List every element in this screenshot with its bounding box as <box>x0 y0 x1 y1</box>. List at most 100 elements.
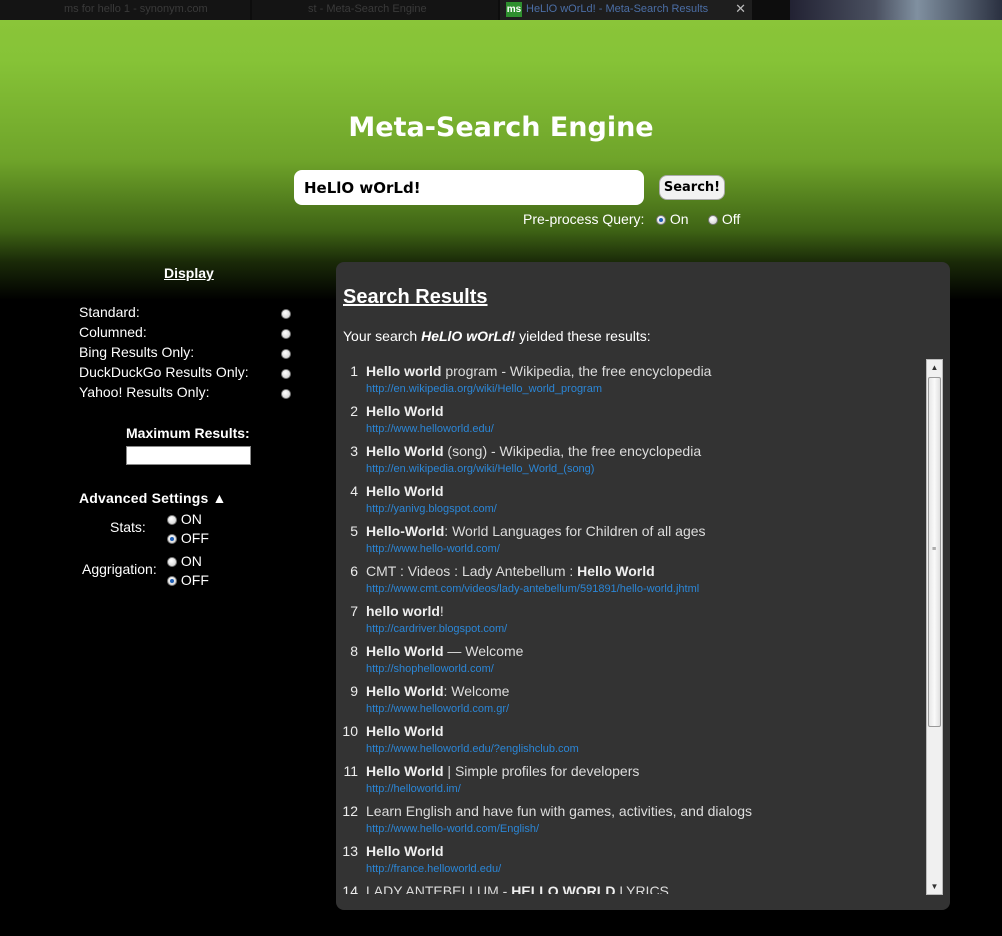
summary-prefix: Your search <box>343 328 422 344</box>
result-item: 11 Hello World | Simple profiles for deve… <box>340 760 926 800</box>
result-url-link[interactable]: http://cardriver.blogspot.com/ <box>366 623 507 635</box>
search-button[interactable]: Search! <box>659 175 725 200</box>
result-url-link[interactable]: http://www.hello-world.com/ <box>366 543 500 555</box>
result-title-rest: — Welcome <box>443 643 524 659</box>
result-number: 6 <box>350 563 358 579</box>
result-title-bold: Hello World <box>366 723 444 739</box>
result-title[interactable]: Learn English and have fun with games, a… <box>366 803 752 819</box>
result-title-bold: Hello World <box>366 643 444 659</box>
result-title[interactable]: Hello World — Welcome <box>366 643 523 659</box>
result-url-link[interactable]: http://yanivg.blogspot.com/ <box>366 503 497 515</box>
results-panel: Search Results Your search HeLlO wOrLd! … <box>336 262 950 910</box>
preprocess-off-label: Off <box>721 211 741 227</box>
result-number: 12 <box>342 803 358 819</box>
results-heading: Search Results <box>343 286 488 308</box>
result-url-link[interactable]: http://www.helloworld.edu/ <box>366 423 494 435</box>
result-title[interactable]: hello world! <box>366 603 444 619</box>
display-bing-radio[interactable] <box>281 349 291 359</box>
close-icon[interactable]: ✕ <box>735 0 746 18</box>
scroll-down-icon[interactable]: ▼ <box>927 879 942 894</box>
result-url-link[interactable]: http://en.wikipedia.org/wiki/Hello_world… <box>366 383 602 395</box>
result-url-link[interactable]: http://www.helloworld.edu/?englishclub.c… <box>366 743 579 755</box>
result-url-link[interactable]: http://france.helloworld.edu/ <box>366 863 501 875</box>
preprocess-off-option[interactable]: Off <box>708 211 740 227</box>
preprocess-label: Pre-process Query: <box>523 211 645 227</box>
page-title: Meta-Search Engine <box>348 112 654 143</box>
preprocess-on-label: On <box>669 211 689 227</box>
display-yahoo-radio[interactable] <box>281 389 291 399</box>
advanced-settings-toggle[interactable]: Advanced Settings ▲ <box>79 490 227 506</box>
result-url-link[interactable]: http://www.cmt.com/videos/lady-antebellu… <box>366 583 699 595</box>
result-number: 8 <box>350 643 358 659</box>
tab-title: ms for hello 1 - synonym.com <box>64 3 208 15</box>
scrollbar-thumb[interactable]: ≡ <box>928 377 941 727</box>
display-duckduckgo-radio[interactable] <box>281 369 291 379</box>
result-title[interactable]: Hello World (song) - Wikipedia, the free… <box>366 443 701 459</box>
result-item: 6 CMT : Videos : Lady Antebellum : Hello … <box>340 560 926 600</box>
result-number: 9 <box>350 683 358 699</box>
preprocess-on-option[interactable]: On <box>656 211 689 227</box>
result-item: 14 LADY ANTEBELLUM - HELLO WORLD LYRICS <box>340 880 926 894</box>
result-item: 10 Hello World http://www.helloworld.edu/?… <box>340 720 926 760</box>
result-title[interactable]: Hello World <box>366 483 444 499</box>
aggrigation-off-option[interactable]: OFF <box>167 572 209 588</box>
result-number: 5 <box>350 523 358 539</box>
aggrigation-on-option[interactable]: ON <box>167 553 202 569</box>
results-summary: Your search HeLlO wOrLd! yielded these r… <box>343 328 651 344</box>
result-number: 13 <box>342 843 358 859</box>
result-url-link[interactable]: http://helloworld.im/ <box>366 783 461 795</box>
result-url-link[interactable]: http://www.hello-world.com/English/ <box>366 823 539 835</box>
result-title[interactable]: Hello World <box>366 403 444 419</box>
results-scrollbar[interactable]: ▲ ≡ ▼ <box>926 359 943 895</box>
result-title-rest: ! <box>439 603 444 619</box>
max-results-input[interactable] <box>126 446 251 465</box>
result-item: 8 Hello World — Welcome http://shophellowo… <box>340 640 926 680</box>
max-results-label: Maximum Results: <box>126 425 250 441</box>
aggrigation-off-radio[interactable] <box>167 576 177 586</box>
result-title-pre: CMT : Videos : Lady Antebellum : <box>366 563 578 579</box>
radio-off-icon[interactable] <box>708 215 718 225</box>
stats-off-option[interactable]: OFF <box>167 530 209 546</box>
aggrigation-on-radio[interactable] <box>167 557 177 567</box>
tab-thumbnail <box>790 0 1002 20</box>
result-title[interactable]: Hello World | Simple profiles for develo… <box>366 763 639 779</box>
summary-suffix: yielded these results: <box>515 328 651 344</box>
result-title[interactable]: Hello-World: World Languages for Childre… <box>366 523 706 539</box>
browser-tab[interactable]: st - Meta-Search Engine <box>252 0 498 20</box>
result-title[interactable]: CMT : Videos : Lady Antebellum : Hello W… <box>366 563 655 579</box>
stats-off-radio[interactable] <box>167 534 177 544</box>
result-number: 1 <box>350 363 358 379</box>
browser-tab-active[interactable]: ms HeLlO wOrLd! - Meta-Search Results ✕ <box>500 0 752 20</box>
stats-on-radio[interactable] <box>167 515 177 525</box>
result-title-rest: (song) - Wikipedia, the free encyclopedi… <box>443 443 702 459</box>
display-columned-radio[interactable] <box>281 329 291 339</box>
display-option-yahoo: Yahoo! Results Only: <box>79 384 210 400</box>
result-title[interactable]: LADY ANTEBELLUM - HELLO WORLD LYRICS <box>366 883 669 894</box>
result-number: 2 <box>350 403 358 419</box>
preprocess-query: Pre-process Query: <box>523 211 644 227</box>
result-title-rest: program - Wikipedia, the free encycloped… <box>441 363 712 379</box>
scroll-up-icon[interactable]: ▲ <box>927 360 942 375</box>
stats-off-label: OFF <box>180 530 209 546</box>
tab-title: st - Meta-Search Engine <box>308 3 427 15</box>
grip-icon: ≡ <box>932 546 937 553</box>
result-item: 3 Hello World (song) - Wikipedia, the fre… <box>340 440 926 480</box>
result-item: 7 hello world! http://cardriver.blogspot.c… <box>340 600 926 640</box>
result-url-link[interactable]: http://shophelloworld.com/ <box>366 663 494 675</box>
result-title[interactable]: Hello World <box>366 723 444 739</box>
result-title-rest: : World Languages for Children of all ag… <box>444 523 706 539</box>
result-title[interactable]: Hello World: Welcome <box>366 683 509 699</box>
result-url-link[interactable]: http://en.wikipedia.org/wiki/Hello_World… <box>366 463 594 475</box>
result-title[interactable]: Hello world program - Wikipedia, the fre… <box>366 363 711 379</box>
stats-on-option[interactable]: ON <box>167 511 202 527</box>
result-url-link[interactable]: http://www.helloworld.com.gr/ <box>366 703 509 715</box>
radio-on-icon[interactable] <box>656 215 666 225</box>
display-standard-radio[interactable] <box>281 309 291 319</box>
browser-tab-strip: ms for hello 1 - synonym.com st - Meta-S… <box>0 0 1002 20</box>
browser-tab[interactable]: ms for hello 1 - synonym.com <box>0 0 250 20</box>
result-number: 11 <box>343 763 358 779</box>
result-title[interactable]: Hello World <box>366 843 444 859</box>
display-heading[interactable]: Display <box>164 265 214 281</box>
search-input[interactable] <box>294 170 644 205</box>
aggrigation-off-label: OFF <box>180 572 209 588</box>
